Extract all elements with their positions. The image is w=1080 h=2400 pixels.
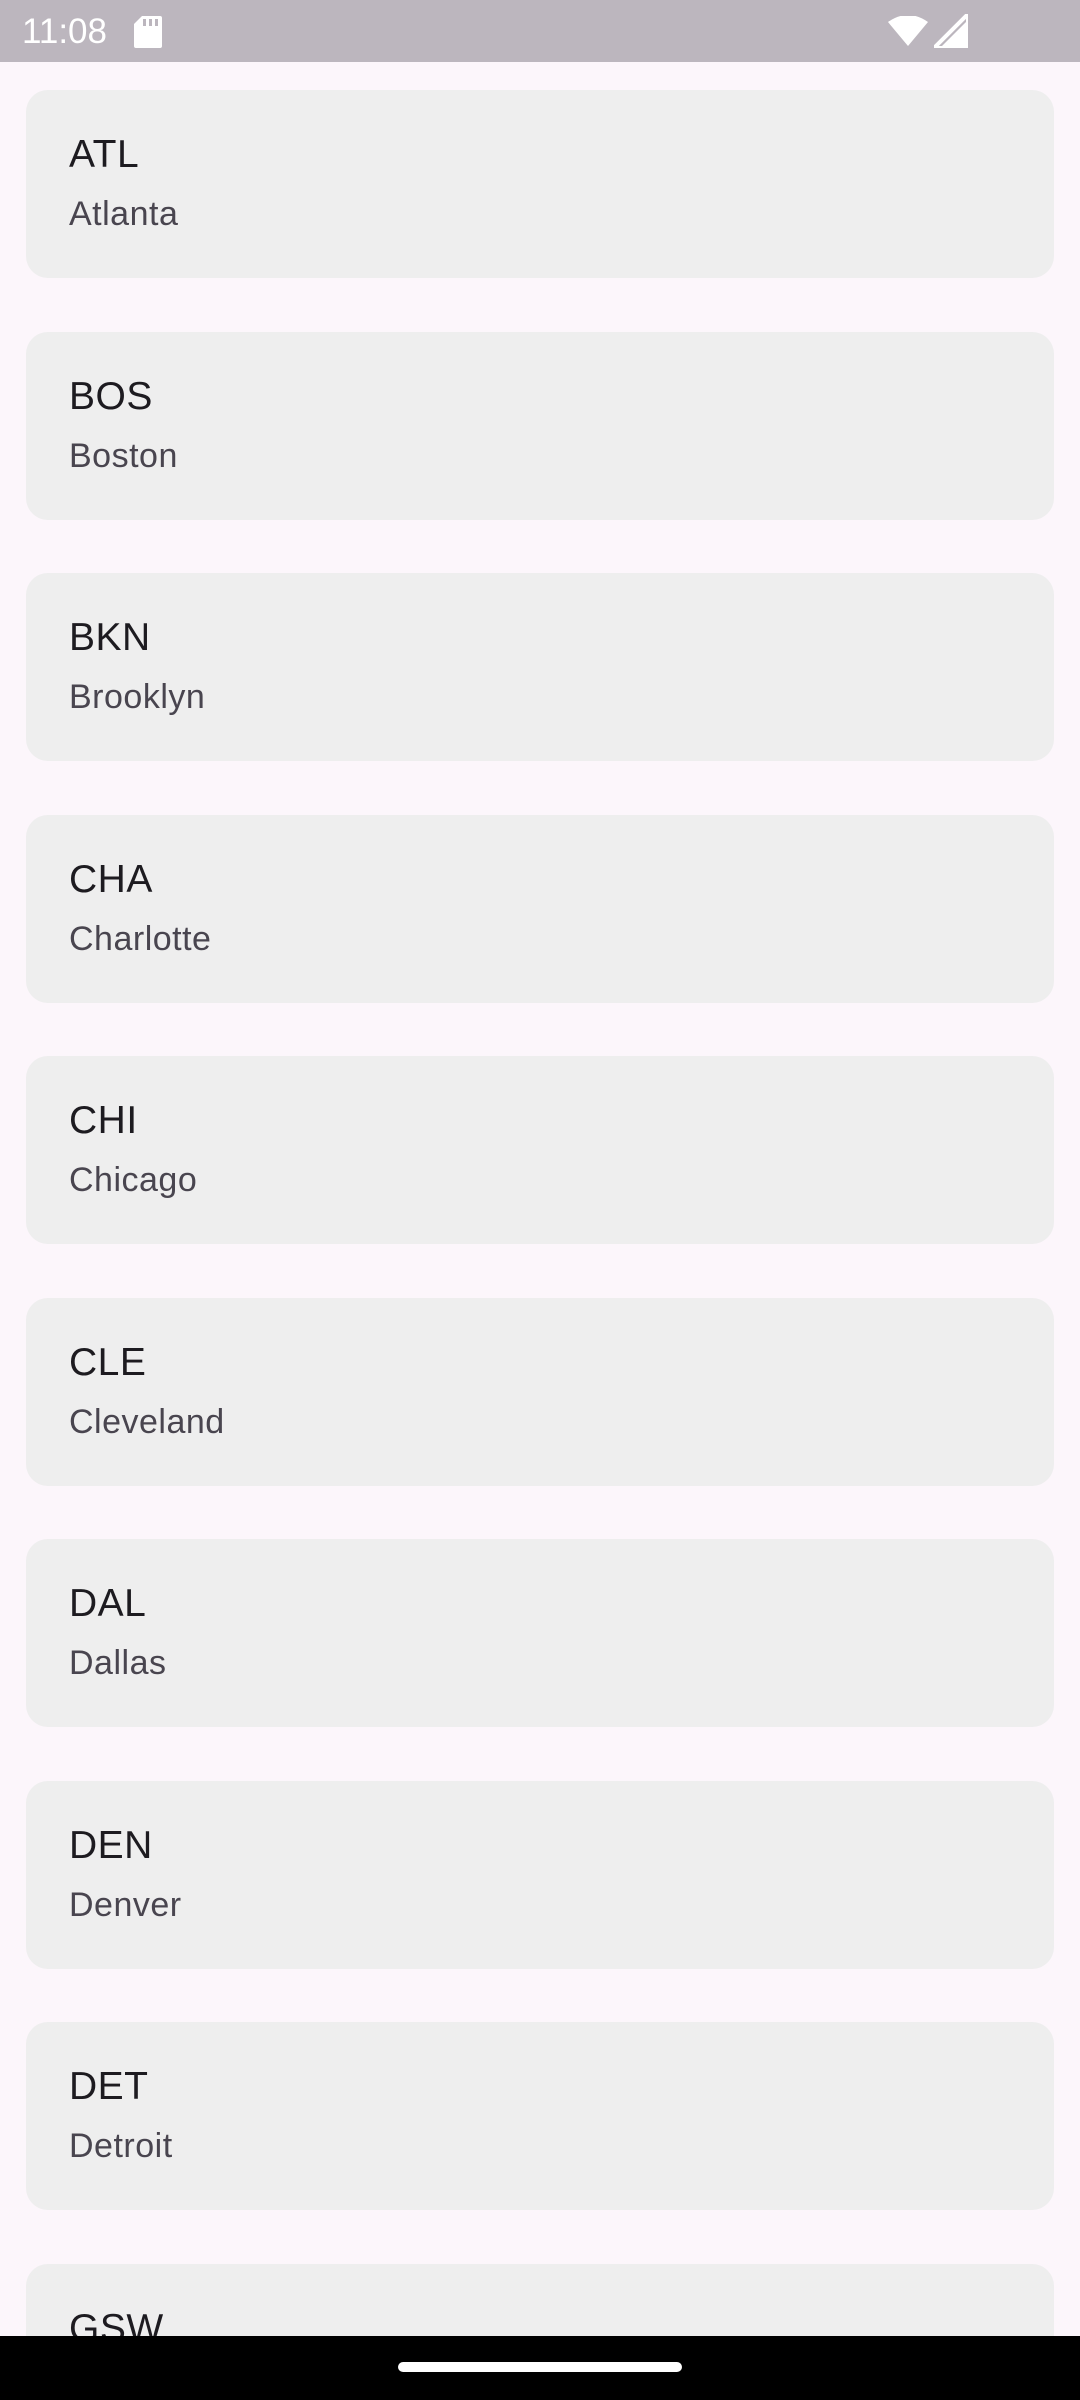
team-list[interactable]: ATL Atlanta BOS Boston BKN Brooklyn CHA … <box>0 62 1080 2336</box>
team-card-cle[interactable]: CLE Cleveland <box>26 1298 1054 1486</box>
navigation-bar <box>0 2336 1080 2400</box>
team-code: DET <box>69 2065 149 2108</box>
team-code: CHI <box>69 1099 138 1142</box>
team-card-bos[interactable]: BOS Boston <box>26 332 1054 520</box>
team-card-chi[interactable]: CHI Chicago <box>26 1056 1054 1244</box>
team-city: Boston <box>69 437 178 475</box>
status-bar: 11:08 <box>0 0 1080 62</box>
status-time: 11:08 <box>22 12 107 51</box>
team-city: Chicago <box>69 1161 198 1199</box>
team-card-gsw[interactable]: GSW <box>26 2264 1054 2336</box>
team-code: ATL <box>69 133 140 176</box>
team-code: GSW <box>69 2307 164 2336</box>
team-card-dal[interactable]: DAL Dallas <box>26 1539 1054 1727</box>
wifi-icon <box>888 16 928 46</box>
team-city: Brooklyn <box>69 678 206 716</box>
cellular-signal-icon <box>934 14 968 48</box>
team-city: Dallas <box>69 1644 167 1682</box>
team-code: BOS <box>69 375 153 418</box>
sd-card-icon <box>134 16 162 48</box>
team-city: Detroit <box>69 2127 173 2165</box>
team-city: Denver <box>69 1886 182 1924</box>
team-card-bkn[interactable]: BKN Brooklyn <box>26 573 1054 761</box>
team-card-den[interactable]: DEN Denver <box>26 1781 1054 1969</box>
team-card-det[interactable]: DET Detroit <box>26 2022 1054 2210</box>
team-city: Cleveland <box>69 1403 225 1441</box>
home-gesture-handle[interactable] <box>398 2362 682 2372</box>
team-code: DAL <box>69 1582 147 1625</box>
team-city: Charlotte <box>69 920 212 958</box>
team-card-cha[interactable]: CHA Charlotte <box>26 815 1054 1003</box>
team-code: CLE <box>69 1341 147 1384</box>
team-city: Atlanta <box>69 195 179 233</box>
team-card-atl[interactable]: ATL Atlanta <box>26 90 1054 278</box>
team-code: BKN <box>69 616 151 659</box>
team-code: DEN <box>69 1824 153 1867</box>
team-code: CHA <box>69 858 153 901</box>
